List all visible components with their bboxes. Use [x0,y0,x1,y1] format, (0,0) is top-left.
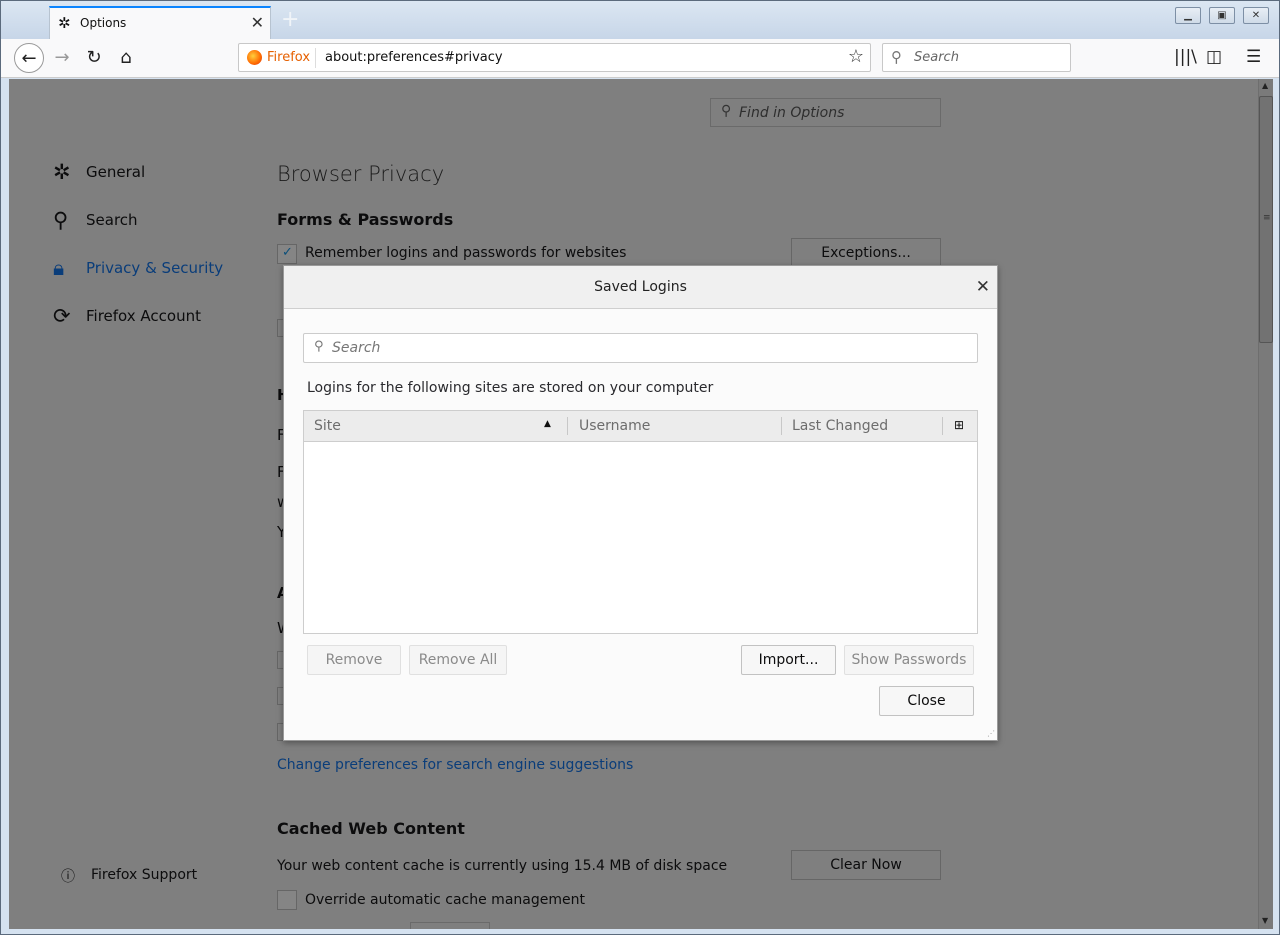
search-placeholder: Search [332,340,381,356]
forms-passwords-heading: Forms & Passwords [277,210,454,229]
firefox-logo-icon [247,50,262,65]
override-cache-checkbox[interactable] [277,890,297,910]
sidebar-icon[interactable]: ◫ [1206,47,1222,67]
back-button[interactable]: ← [14,43,44,73]
url-bar[interactable]: Firefox about:preferences#privacy ☆ [238,43,871,72]
column-separator[interactable] [567,417,568,435]
logins-table[interactable]: Site ▲ Username Last Changed ⊞ [303,410,978,634]
remove-all-button[interactable]: Remove All [409,645,507,675]
library-icon[interactable]: |||\ [1174,47,1197,67]
scroll-down-icon[interactable]: ▼ [1262,916,1268,925]
dialog-header: Saved Logins ✕ [284,266,997,309]
dialog-title: Saved Logins [594,279,687,295]
home-icon: ⌂ [120,47,132,68]
category-label: Privacy & Security [86,259,224,277]
find-placeholder: Find in Options [739,105,845,121]
cache-size-input-edge [410,922,490,929]
support-label: Firefox Support [91,867,198,883]
tab-title: Options [80,16,127,30]
column-username[interactable]: Username [579,418,650,434]
exceptions-button[interactable]: Exceptions... [791,238,941,268]
show-passwords-button[interactable]: Show Passwords [844,645,974,675]
show-passwords-label: Show Passwords [851,652,967,668]
forward-button[interactable]: → [47,43,77,73]
gear-icon: ✲ [53,160,71,184]
logins-search-input[interactable]: ⚲ Search [303,333,978,363]
clear-now-button[interactable]: Clear Now [791,850,941,880]
new-tab-button[interactable]: + [281,9,299,31]
url-separator [315,48,316,68]
search-suggestions-link[interactable]: Change preferences for search engine sug… [277,757,633,773]
home-button[interactable]: ⌂ [111,43,141,73]
navigation-toolbar: ← → ↻ ⌂ Firefox about:preferences#privac… [1,39,1279,78]
search-bar[interactable]: ⚲ Search [882,43,1071,72]
window-close-button[interactable]: ✕ [1243,7,1269,24]
column-separator[interactable] [781,417,782,435]
url-text[interactable]: about:preferences#privacy [325,50,503,65]
maximize-button[interactable]: ▣ [1209,7,1235,24]
reload-icon: ↻ [86,47,102,68]
reload-button[interactable]: ↻ [79,43,109,73]
saved-logins-dialog: Saved Logins ✕ ⚲ Search Logins for the f… [283,265,998,741]
resize-grip-icon[interactable]: ⋰ [987,729,995,738]
close-label: Close [907,693,946,709]
logins-description: Logins for the following sites are store… [307,380,714,396]
cache-usage-text: Your web content cache is currently usin… [277,858,728,874]
arrow-right-icon: → [54,47,70,68]
remove-label: Remove [325,652,383,668]
category-label: General [86,163,146,181]
search-icon: ⚲ [314,339,324,354]
arrow-left-icon: ← [21,48,37,69]
bookmark-star-icon[interactable]: ☆ [848,46,864,67]
remember-logins-checkbox[interactable] [277,244,297,264]
identity-label: Firefox [267,50,311,65]
title-bar: ✲ Options ✕ + ▁ ▣ ✕ [1,1,1279,39]
page-title: Browser Privacy [277,162,445,186]
column-last-changed[interactable]: Last Changed [792,418,888,434]
help-icon: ⓘ [61,869,75,885]
close-button[interactable]: Close [879,686,974,716]
table-header: Site ▲ Username Last Changed ⊞ [304,411,977,442]
gear-icon: ✲ [58,14,71,32]
cached-web-content-heading: Cached Web Content [277,819,465,838]
dialog-close-icon[interactable]: ✕ [976,277,990,297]
sync-icon: ⟳ [53,304,71,328]
grip-icon: ≡ [1263,213,1271,223]
search-icon: ⚲ [891,48,902,66]
column-separator[interactable] [942,417,943,435]
scroll-up-icon[interactable]: ▲ [1262,81,1268,90]
column-picker-icon[interactable]: ⊞ [954,418,964,432]
tab-options[interactable]: ✲ Options ✕ [49,6,271,39]
remove-all-label: Remove All [418,652,498,668]
column-site[interactable]: Site [314,418,341,434]
search-icon: ⚲ [53,208,69,232]
import-button[interactable]: Import... [741,645,836,675]
page-scrollbar[interactable]: ▲ ≡ ▼ [1258,79,1273,929]
menu-icon[interactable]: ☰ [1246,47,1261,67]
search-placeholder: Search [914,50,959,65]
find-in-options-input[interactable]: ⚲ Find in Options [710,98,941,127]
import-label: Import... [758,652,819,668]
close-tab-icon[interactable]: ✕ [251,13,264,32]
search-icon: ⚲ [721,103,732,119]
remove-button[interactable]: Remove [307,645,401,675]
scrollbar-thumb[interactable]: ≡ [1259,96,1273,343]
lock-icon: 🔒︎ [53,256,65,280]
minimize-button[interactable]: ▁ [1175,7,1201,24]
category-label: Search [86,211,138,229]
remember-logins-label: Remember logins and passwords for websit… [305,245,627,261]
sort-ascending-icon: ▲ [544,419,551,429]
override-cache-label: Override automatic cache management [305,892,585,908]
category-label: Firefox Account [86,307,201,325]
